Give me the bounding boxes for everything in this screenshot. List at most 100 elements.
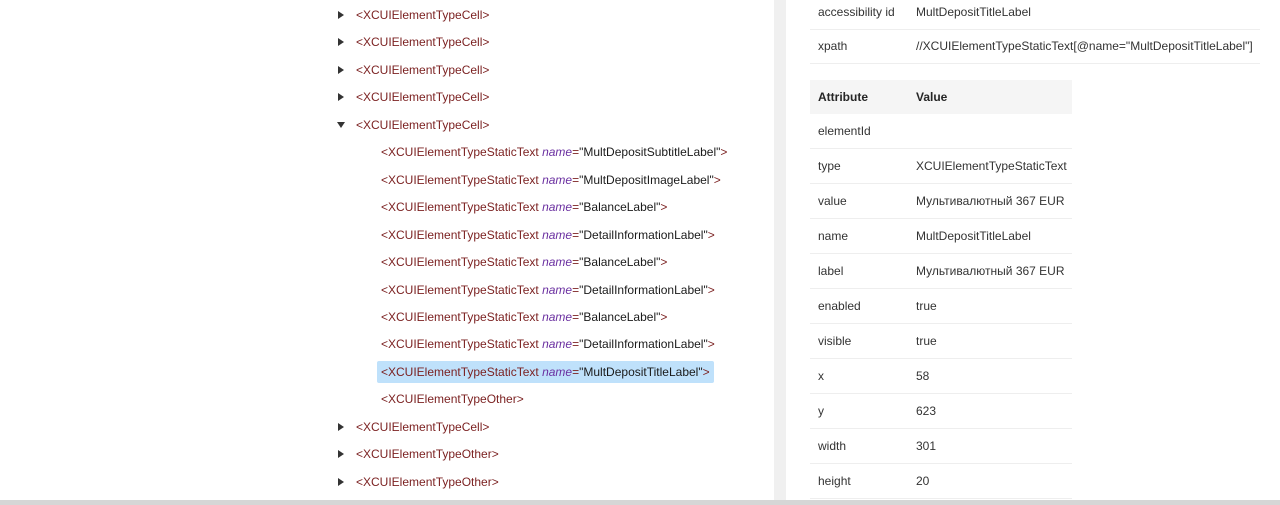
tree-node-tag: <XCUIElementTypeStaticText	[381, 145, 539, 159]
tree-node-attr-value: "MultDepositTitleLabel"	[579, 365, 703, 379]
attribute-key: x	[818, 369, 824, 383]
tree-node-close: >	[707, 337, 715, 351]
tree-node-static-text[interactable]: <XCUIElementTypeStaticText name = "DetailI…	[381, 279, 715, 301]
tree-node-attr-name: name	[542, 283, 573, 297]
tree-node-other[interactable]: <XCUIElementTypeOther>	[334, 471, 499, 493]
caret-right-icon[interactable]	[334, 59, 348, 81]
tree-node-cell[interactable]: <XCUIElementTypeCell>	[334, 31, 489, 53]
caret-right-icon[interactable]	[334, 31, 348, 53]
selector-row-xpath: xpath //XCUIElementTypeStaticText[@name=…	[810, 29, 1260, 64]
selector-key: accessibility id	[818, 5, 895, 19]
caret-right-icon[interactable]	[334, 416, 348, 438]
tree-node-equals: =	[572, 173, 580, 187]
attribute-value: true	[916, 334, 937, 348]
tree-node-cell-expanded[interactable]: <XCUIElementTypeCell>	[334, 114, 489, 136]
selector-value[interactable]: //XCUIElementTypeStaticText[@name="MultD…	[916, 39, 1253, 53]
attribute-value: 623	[916, 404, 937, 418]
tree-node-static-text[interactable]: <XCUIElementTypeStaticText name = "DetailI…	[381, 333, 715, 355]
tree-node-close: >	[707, 228, 715, 242]
tree-node-equals: =	[572, 228, 580, 242]
tree-node-static-text[interactable]: <XCUIElementTypeStaticText name = "Balance…	[381, 306, 667, 328]
caret-right-icon[interactable]	[334, 443, 348, 465]
tree-node-static-text[interactable]: <XCUIElementTypeStaticText name = "DetailI…	[381, 224, 715, 246]
tree-node-attr-name: name	[542, 255, 573, 269]
tree-node-tag: <XCUIElementTypeStaticText	[381, 365, 539, 379]
selector-value[interactable]: MultDepositTitleLabel	[916, 5, 1031, 19]
attribute-row-elementid: elementId	[810, 114, 1072, 149]
column-header-attribute: Attribute	[818, 90, 868, 104]
tree-node-attr-name: name	[542, 228, 573, 242]
tree-node-other[interactable]: <XCUIElementTypeOther>	[381, 388, 524, 410]
attribute-key: width	[818, 439, 847, 453]
tree-node-attr-value: "BalanceLabel"	[579, 310, 661, 324]
tree-node-cell[interactable]: <XCUIElementTypeCell>	[334, 4, 489, 26]
tree-node-attr-value: "BalanceLabel"	[579, 255, 661, 269]
window-bottom-edge	[0, 500, 1280, 505]
tree-node-static-text[interactable]: <XCUIElementTypeStaticText name = "MultDep…	[381, 169, 721, 191]
tree-node-tag: <XCUIElementTypeCell>	[356, 8, 490, 22]
tree-node-close: >	[660, 255, 668, 269]
tree-node-static-text-selected[interactable]: <XCUIElementTypeStaticText name = "MultDep…	[377, 361, 714, 383]
tree-node-attr-name: name	[542, 145, 573, 159]
tree-node-tag: <XCUIElementTypeStaticText	[381, 200, 539, 214]
attribute-value: MultDepositTitleLabel	[916, 229, 1031, 243]
tree-node-tag: <XCUIElementTypeStaticText	[381, 337, 539, 351]
pane-splitter[interactable]	[774, 0, 786, 500]
attributes-table: Attribute Value elementId type XCUIEleme…	[810, 80, 1072, 499]
tree-node-cell[interactable]: <XCUIElementTypeCell>	[334, 59, 489, 81]
tree-node-close: >	[713, 173, 721, 187]
tree-node-tag: <XCUIElementTypeOther>	[356, 447, 499, 461]
tree-node-tag: <XCUIElementTypeCell>	[356, 63, 490, 77]
attribute-key: visible	[818, 334, 852, 348]
caret-down-icon[interactable]	[334, 114, 348, 136]
tree-node-equals: =	[572, 365, 580, 379]
tree-node-tag: <XCUIElementTypeStaticText	[381, 310, 539, 324]
attribute-key: name	[818, 229, 849, 243]
tree-node-equals: =	[572, 283, 580, 297]
caret-right-icon[interactable]	[334, 471, 348, 493]
tree-node-attr-value: "MultDepositSubtitleLabel"	[579, 145, 721, 159]
tree-node-equals: =	[572, 310, 580, 324]
element-tree: <XCUIElementTypeCell> <XCUIElementTypeCe…	[0, 0, 774, 500]
caret-right-icon[interactable]	[334, 86, 348, 108]
tree-node-close: >	[707, 283, 715, 297]
attribute-row-label: label Мультивалютный 367 EUR	[810, 254, 1072, 289]
tree-node-equals: =	[572, 337, 580, 351]
element-details: accessibility id MultDepositTitleLabel x…	[786, 0, 1280, 500]
attribute-value: 58	[916, 369, 930, 383]
tree-node-tag: <XCUIElementTypeOther>	[381, 392, 524, 406]
attribute-key: elementId	[818, 124, 871, 138]
attribute-row-visible: visible true	[810, 324, 1072, 359]
tree-node-other[interactable]: <XCUIElementTypeOther>	[334, 443, 499, 465]
attribute-row-value: value Мультивалютный 367 EUR	[810, 184, 1072, 219]
selector-key: xpath	[818, 39, 848, 53]
attribute-row-height: height 20	[810, 464, 1072, 499]
tree-node-static-text[interactable]: <XCUIElementTypeStaticText name = "MultDep…	[381, 141, 727, 163]
attribute-row-enabled: enabled true	[810, 289, 1072, 324]
attribute-key: value	[818, 194, 847, 208]
attribute-key: y	[818, 404, 824, 418]
tree-node-attr-name: name	[542, 337, 573, 351]
tree-node-cell[interactable]: <XCUIElementTypeCell>	[334, 86, 489, 108]
tree-node-close: >	[660, 310, 668, 324]
tree-node-static-text[interactable]: <XCUIElementTypeStaticText name = "Balance…	[381, 251, 667, 273]
tree-node-tag: <XCUIElementTypeStaticText	[381, 283, 539, 297]
attribute-row-name: name MultDepositTitleLabel	[810, 219, 1072, 254]
attribute-value: 301	[916, 439, 937, 453]
selector-row-accessibility-id: accessibility id MultDepositTitleLabel	[810, 0, 1260, 30]
tree-node-cell[interactable]: <XCUIElementTypeCell>	[334, 416, 489, 438]
tree-node-attr-name: name	[542, 200, 573, 214]
tree-node-tag: <XCUIElementTypeStaticText	[381, 173, 539, 187]
tree-node-close: >	[702, 365, 710, 379]
attribute-value: Мультивалютный 367 EUR	[916, 264, 1065, 278]
tree-node-close: >	[720, 145, 728, 159]
attribute-key: height	[818, 474, 851, 488]
tree-node-equals: =	[572, 200, 580, 214]
tree-node-tag: <XCUIElementTypeCell>	[356, 35, 490, 49]
attribute-row-width: width 301	[810, 429, 1072, 464]
tree-node-tag: <XCUIElementTypeOther>	[356, 475, 499, 489]
caret-right-icon[interactable]	[334, 4, 348, 26]
tree-node-static-text[interactable]: <XCUIElementTypeStaticText name = "Balance…	[381, 196, 667, 218]
tree-node-equals: =	[572, 255, 580, 269]
attribute-value: Мультивалютный 367 EUR	[916, 194, 1065, 208]
